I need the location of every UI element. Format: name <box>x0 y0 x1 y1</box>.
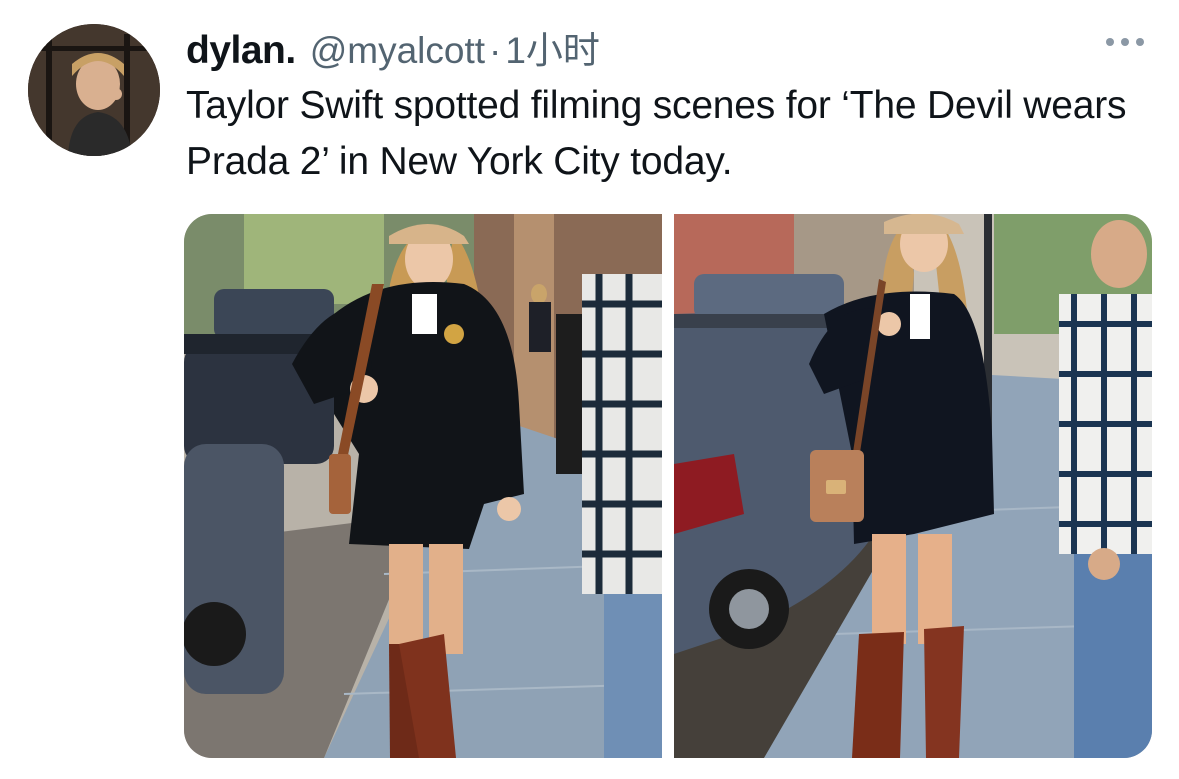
tweet-text: Taylor Swift spotted filming scenes for … <box>186 84 1127 183</box>
more-dot <box>1136 38 1144 46</box>
more-dot <box>1106 38 1114 46</box>
photo-2[interactable] <box>674 214 1152 758</box>
separator-dot: · <box>489 30 502 71</box>
user-handle[interactable]: @myalcott <box>310 30 485 72</box>
media-grid <box>184 214 1152 758</box>
tweet[interactable]: dylan. @myalcott · 1小时 Taylor Swift spot… <box>0 0 1179 779</box>
more-horizontal-icon[interactable] <box>1100 32 1150 52</box>
avatar[interactable] <box>28 24 160 156</box>
display-name[interactable]: dylan. <box>186 29 296 73</box>
tweet-header: dylan. @myalcott · 1小时 <box>186 20 600 73</box>
more-dot <box>1121 38 1129 46</box>
timestamp[interactable]: 1小时 <box>505 20 600 74</box>
photo-1[interactable] <box>184 214 662 758</box>
